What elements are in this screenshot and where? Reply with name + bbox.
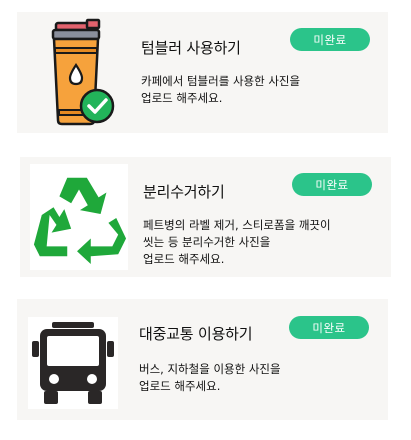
- mission-thumbnail: [28, 317, 118, 409]
- bus-icon: [32, 322, 114, 404]
- mission-card-recycling[interactable]: 분리수거하기 미완료 페트병의 라벨 제거, 스티로폼을 깨끗이 씻는 등 분리…: [20, 157, 391, 277]
- mission-thumbnail: [30, 164, 128, 270]
- mission-thumbnail: [39, 18, 125, 128]
- status-badge: 미완료: [290, 28, 370, 51]
- tumbler-check-icon: [51, 18, 115, 126]
- mission-card-tumbler[interactable]: 텀블러 사용하기 미완료 카페에서 텀블러를 사용한 사진을 업로드 해주세요.: [17, 12, 388, 133]
- mission-description: 버스, 지하철을 이용한 사진을 업로드 해주세요.: [139, 362, 281, 393]
- status-badge: 미완료: [289, 316, 369, 339]
- mission-title: 텀블러 사용하기: [141, 39, 241, 57]
- mission-description: 페트병의 라벨 제거, 스티로폼을 깨끗이 씻는 등 분리수거한 사진을 업로드…: [143, 218, 331, 266]
- mission-title: 대중교통 이용하기: [139, 325, 253, 343]
- mission-card-transit[interactable]: 대중교통 이용하기 미완료 버스, 지하철을 이용한 사진을 업로드 해주세요.: [17, 299, 388, 420]
- mission-description: 카페에서 텀블러를 사용한 사진을 업로드 해주세요.: [141, 74, 301, 105]
- status-badge: 미완료: [292, 173, 372, 196]
- mission-title: 분리수거하기: [143, 183, 225, 201]
- recycle-icon: [33, 177, 127, 265]
